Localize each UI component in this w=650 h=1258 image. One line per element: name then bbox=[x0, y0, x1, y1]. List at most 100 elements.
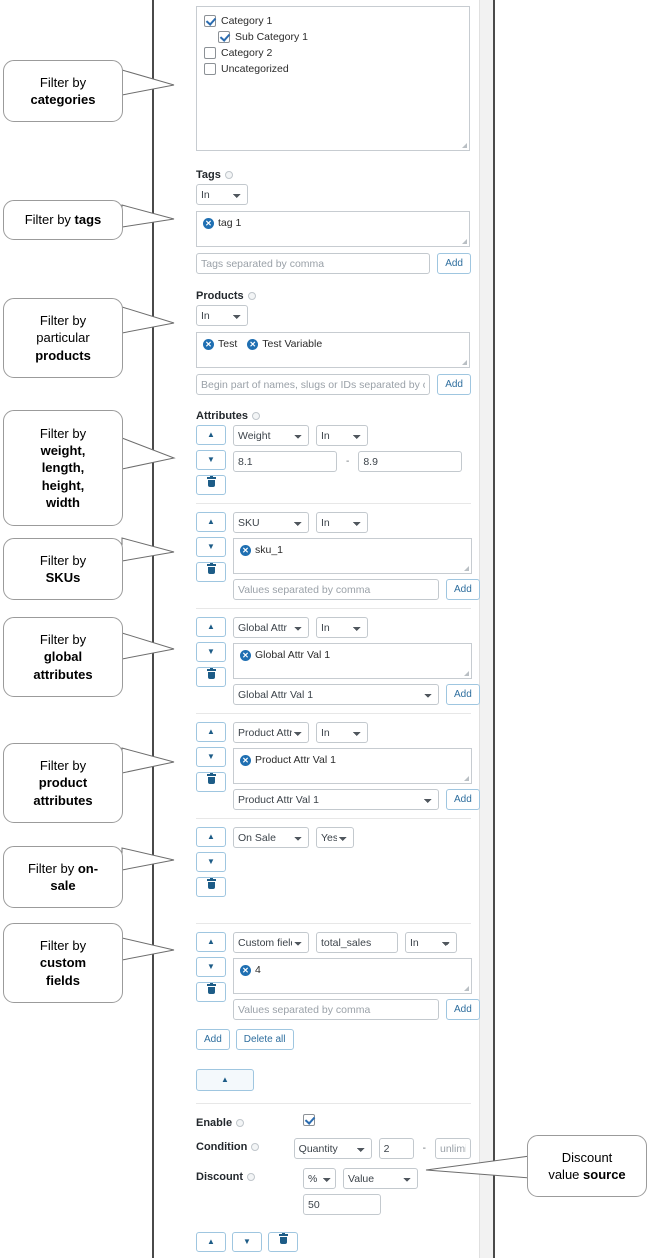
products-operator-select[interactable]: In bbox=[196, 305, 248, 326]
divider bbox=[196, 923, 471, 924]
move-up-button[interactable]: ▲ bbox=[196, 617, 226, 637]
category-checkbox[interactable] bbox=[218, 31, 230, 43]
sku-values-input[interactable] bbox=[233, 579, 439, 600]
attribute-field-select[interactable]: SKU bbox=[233, 512, 309, 533]
delete-row-button[interactable] bbox=[196, 982, 226, 1002]
products-input[interactable] bbox=[196, 374, 431, 395]
discount-value-input[interactable] bbox=[303, 1194, 381, 1215]
attribute-min-input[interactable] bbox=[233, 451, 337, 472]
category-checkbox[interactable] bbox=[204, 47, 216, 59]
remove-token-icon[interactable]: ✕ bbox=[240, 754, 251, 766]
attribute-field-select[interactable]: Weight bbox=[233, 425, 309, 446]
screenshot-root: Category 1 Sub Category 1 Category 2 Unc… bbox=[0, 0, 650, 1258]
sku-add-button[interactable]: Add bbox=[446, 579, 480, 600]
remove-token-icon[interactable]: ✕ bbox=[240, 544, 251, 556]
delete-row-button[interactable] bbox=[196, 667, 226, 687]
product-attr-add-button[interactable]: Add bbox=[446, 789, 480, 810]
category-item[interactable]: Category 1 bbox=[204, 13, 462, 29]
custom-field-key-input[interactable] bbox=[316, 932, 398, 953]
categories-list[interactable]: Category 1 Sub Category 1 Category 2 Unc… bbox=[196, 6, 470, 151]
move-up-button[interactable]: ▲ bbox=[196, 512, 226, 532]
callout-tail-on-sale bbox=[121, 847, 175, 871]
attribute-field-select[interactable]: On Sale bbox=[233, 827, 309, 848]
attribute-operator-select[interactable]: Yes bbox=[316, 827, 354, 848]
move-down-button[interactable]: ▼ bbox=[196, 957, 226, 977]
help-icon[interactable] bbox=[236, 1119, 245, 1127]
discount-unit-select[interactable]: % bbox=[303, 1168, 336, 1189]
custom-field-token-box[interactable]: ✕ 4 bbox=[233, 958, 472, 994]
attribute-operator-select[interactable]: In bbox=[316, 617, 368, 638]
attribute-operator-select[interactable]: In bbox=[316, 425, 368, 446]
category-item[interactable]: Sub Category 1 bbox=[204, 29, 462, 45]
category-checkbox[interactable] bbox=[204, 63, 216, 75]
remove-token-icon[interactable]: ✕ bbox=[203, 217, 214, 229]
attribute-field-select[interactable]: Custom field bbox=[233, 932, 309, 953]
move-down-button[interactable]: ▼ bbox=[196, 450, 226, 470]
tags-add-button[interactable]: Add bbox=[437, 253, 471, 274]
attribute-row-custom-field: ▲ ▼ Custom field In bbox=[196, 932, 480, 1020]
global-attr-add-button[interactable]: Add bbox=[446, 684, 480, 705]
token[interactable]: ✕ tag 1 bbox=[203, 217, 241, 229]
move-up-button[interactable]: ▲ bbox=[196, 932, 226, 952]
move-down-button[interactable]: ▼ bbox=[196, 642, 226, 662]
category-checkbox[interactable] bbox=[204, 15, 216, 27]
help-icon[interactable] bbox=[224, 171, 233, 179]
attribute-max-input[interactable] bbox=[358, 451, 463, 472]
remove-token-icon[interactable]: ✕ bbox=[203, 338, 214, 350]
products-add-button[interactable]: Add bbox=[437, 374, 471, 395]
remove-token-icon[interactable]: ✕ bbox=[247, 338, 259, 350]
attributes-add-button[interactable]: Add bbox=[196, 1029, 230, 1050]
category-item[interactable]: Category 2 bbox=[204, 45, 462, 61]
move-down-button[interactable]: ▼ bbox=[196, 852, 226, 872]
attributes-delete-all-button[interactable]: Delete all bbox=[235, 1029, 294, 1050]
move-up-button[interactable]: ▲ bbox=[196, 827, 226, 847]
token[interactable]: ✕ Global Attr Val 1 bbox=[240, 649, 330, 661]
token[interactable]: ✕ Test bbox=[203, 338, 237, 350]
product-attr-token-box[interactable]: ✕ Product Attr Val 1 bbox=[233, 748, 472, 784]
help-icon[interactable] bbox=[251, 1143, 260, 1151]
condition-type-select[interactable]: Quantity bbox=[293, 1138, 372, 1159]
move-down-button[interactable]: ▼ bbox=[196, 747, 226, 767]
custom-field-values-input[interactable] bbox=[233, 999, 439, 1020]
delete-row-button[interactable] bbox=[196, 772, 226, 792]
tags-token-box[interactable]: ✕ tag 1 bbox=[196, 211, 470, 247]
move-down-button[interactable]: ▼ bbox=[196, 537, 226, 557]
global-attr-token-box[interactable]: ✕ Global Attr Val 1 bbox=[233, 643, 472, 679]
remove-token-icon[interactable]: ✕ bbox=[240, 649, 251, 661]
attribute-operator-select[interactable]: In bbox=[316, 512, 368, 533]
attribute-field-select[interactable]: Global Attr bbox=[233, 617, 309, 638]
tags-input[interactable] bbox=[196, 253, 431, 274]
attribute-operator-select[interactable]: In bbox=[316, 722, 368, 743]
attribute-row-global-attr: ▲ ▼ Global Attr In ✕ Global Attr Val 1 G… bbox=[196, 617, 480, 705]
token[interactable]: ✕ sku_1 bbox=[240, 544, 283, 556]
rule-collapse-button[interactable]: ▲ bbox=[196, 1069, 254, 1091]
delete-row-button[interactable] bbox=[196, 562, 226, 582]
sku-token-box[interactable]: ✕ sku_1 bbox=[233, 538, 472, 574]
help-icon[interactable] bbox=[247, 292, 256, 300]
tags-operator-select[interactable]: In bbox=[196, 184, 248, 205]
token[interactable]: ✕ Test Variable bbox=[247, 338, 322, 350]
condition-from-input[interactable] bbox=[378, 1138, 414, 1159]
global-attr-value-select[interactable]: Global Attr Val 1 bbox=[233, 684, 439, 705]
products-token-box[interactable]: ✕ Test ✕ Test Variable bbox=[196, 332, 470, 368]
help-icon[interactable] bbox=[247, 1173, 256, 1181]
product-attr-value-select[interactable]: Product Attr Val 1 bbox=[233, 789, 439, 810]
move-up-button[interactable]: ▲ bbox=[196, 722, 226, 742]
token[interactable]: ✕ Product Attr Val 1 bbox=[240, 754, 336, 766]
discount-source-select[interactable]: Value bbox=[343, 1168, 418, 1189]
category-item[interactable]: Uncategorized bbox=[204, 61, 462, 77]
delete-row-button[interactable] bbox=[196, 475, 226, 495]
rule-move-down-button[interactable]: ▼ bbox=[232, 1232, 262, 1252]
help-icon[interactable] bbox=[251, 412, 260, 420]
move-up-button[interactable]: ▲ bbox=[196, 425, 226, 445]
token[interactable]: ✕ 4 bbox=[240, 964, 261, 976]
rule-delete-button[interactable] bbox=[268, 1232, 298, 1252]
attribute-field-select[interactable]: Product Attr bbox=[233, 722, 309, 743]
attribute-operator-select[interactable]: In bbox=[405, 932, 457, 953]
callout-products: Filter by particular products bbox=[3, 298, 123, 378]
enable-checkbox[interactable] bbox=[303, 1114, 315, 1126]
remove-token-icon[interactable]: ✕ bbox=[240, 964, 251, 976]
rule-move-up-button[interactable]: ▲ bbox=[196, 1232, 226, 1252]
custom-field-add-button[interactable]: Add bbox=[446, 999, 480, 1020]
delete-row-button[interactable] bbox=[196, 877, 226, 897]
